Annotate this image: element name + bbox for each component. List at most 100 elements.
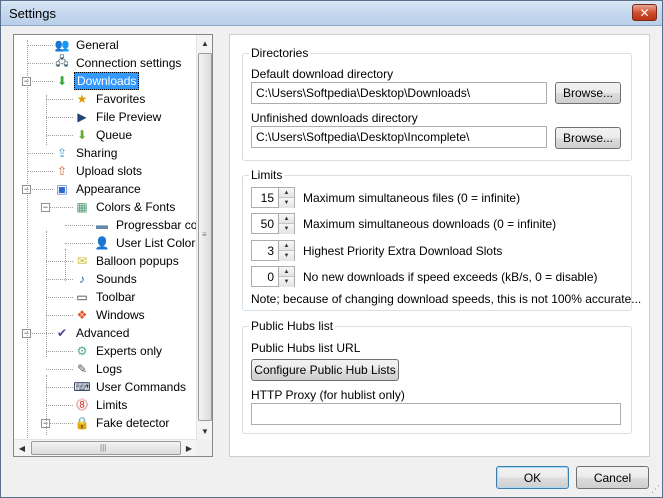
tree-vertical-scroll-thumb[interactable]: ≡ — [198, 53, 212, 421]
user-list-colors-icon: 👤 — [94, 235, 110, 250]
tree-item-label: Fake detector — [96, 415, 170, 430]
tree-item-fake-detector[interactable]: 🔒 Fake detector — [74, 414, 171, 431]
directories-group: Directories Default download directory C… — [242, 46, 632, 161]
cancel-button[interactable]: Cancel — [576, 466, 649, 489]
tree-connector — [46, 207, 73, 208]
http-proxy-field[interactable] — [251, 403, 621, 425]
logs-icon: ✎ — [76, 361, 88, 376]
spin-up-icon[interactable]: ▲ — [279, 214, 294, 224]
tree-item-label: Windows — [96, 307, 145, 322]
tree-connector — [27, 153, 53, 154]
tree-item-user-commands[interactable]: ⌨ User Commands — [73, 378, 188, 395]
collapse-icon[interactable]: − — [41, 203, 50, 212]
spin-down-icon[interactable]: ▼ — [279, 198, 294, 208]
extra-slots-value[interactable]: 3 — [251, 240, 279, 261]
tree-item-file-preview[interactable]: ▶ File Preview — [74, 108, 163, 125]
favorites-icon: ★ — [76, 91, 88, 106]
tree-item-logs[interactable]: ✎ Logs — [74, 360, 124, 377]
balloon-popups-icon: ✉ — [76, 253, 88, 268]
tree-item-advanced[interactable]: ✔ Advanced — [54, 324, 131, 341]
resize-grip-icon[interactable]: ⋰ — [651, 484, 660, 495]
colors-fonts-icon: ▦ — [76, 199, 88, 214]
public-hubs-group: Public Hubs list Public Hubs list URL Co… — [242, 319, 632, 434]
close-button[interactable]: ✕ — [632, 4, 657, 21]
tree-item-label: File Preview — [96, 109, 162, 124]
close-icon: ✕ — [639, 5, 650, 20]
speed-limit-value[interactable]: 0 — [251, 266, 279, 287]
tree-item-downloads[interactable]: ⬇ Downloads — [54, 71, 140, 90]
browse-unfinished-dir-button[interactable]: Browse... — [555, 127, 621, 149]
extra-slots-spinner[interactable]: 3 ▲ ▼ — [251, 240, 296, 261]
tree-item-experts-only[interactable]: ⚙ Experts only — [74, 342, 164, 359]
max-downloads-label: Maximum simultaneous downloads (0 = infi… — [303, 217, 557, 231]
tree-item-sharing[interactable]: ⇪ Sharing — [54, 144, 119, 161]
tree-item-queue[interactable]: ⬇ Queue — [74, 126, 134, 143]
spin-down-icon[interactable]: ▼ — [279, 224, 294, 234]
tree-item-label: Upload slots — [76, 163, 143, 178]
scroll-down-arrow-icon[interactable]: ▼ — [197, 423, 212, 439]
http-proxy-label: HTTP Proxy (for hublist only) — [251, 388, 405, 402]
spin-up-icon[interactable]: ▲ — [279, 267, 294, 277]
scroll-up-arrow-icon[interactable]: ▲ — [197, 35, 212, 51]
unfinished-downloads-dir-label: Unfinished downloads directory — [251, 111, 418, 125]
settings-tree[interactable]: 👥 General 🖧 Connection settings ⬇ Downloads − ★… — [13, 34, 213, 457]
tree-item-windows[interactable]: ❖ Windows — [74, 306, 147, 323]
scroll-left-arrow-icon[interactable]: ◀ — [14, 440, 30, 456]
tree-item-label: User List Colors — [116, 235, 197, 250]
max-downloads-spinner[interactable]: 50 ▲ ▼ — [251, 213, 296, 234]
progressbar-colors-icon: ▬ — [96, 217, 108, 232]
unfinished-downloads-dir-field[interactable]: C:\Users\Softpedia\Desktop\Incomplete\ — [251, 126, 547, 148]
speed-limit-label: No new downloads if speed exceeds (kB/s,… — [303, 270, 598, 284]
grip-icon: ≡ — [202, 230, 207, 239]
tree-connector — [27, 171, 53, 172]
public-hubs-url-label: Public Hubs list URL — [251, 341, 361, 355]
spin-up-icon[interactable]: ▲ — [279, 241, 294, 251]
spin-down-icon[interactable]: ▼ — [279, 251, 294, 261]
downloads-icon: ⬇ — [56, 73, 68, 88]
tree-item-label: Limits — [96, 397, 128, 412]
tree-item-label: Favorites — [96, 91, 146, 106]
tree-connector — [46, 423, 73, 424]
fake-detector-icon: 🔒 — [74, 415, 90, 430]
tree-item-appearance[interactable]: ▣ Appearance — [54, 180, 143, 197]
experts-only-icon: ⚙ — [76, 343, 88, 358]
speed-limit-spinner[interactable]: 0 ▲ ▼ — [251, 266, 296, 287]
sounds-icon: ♪ — [79, 271, 85, 286]
toolbar-icon: ▭ — [76, 289, 88, 304]
tree-item-sounds[interactable]: ♪ Sounds — [74, 270, 139, 287]
tree-item-label: Connection settings — [76, 55, 182, 70]
file-preview-icon: ▶ — [77, 109, 87, 124]
tree-item-toolbar[interactable]: ▭ Toolbar — [74, 288, 137, 305]
tree-connector — [46, 315, 73, 316]
spin-down-icon[interactable]: ▼ — [279, 277, 294, 287]
tree-item-user-list-colors[interactable]: 👤 User List Colors — [94, 234, 197, 251]
browse-default-dir-button[interactable]: Browse... — [555, 82, 621, 104]
tree-item-connection-settings[interactable]: 🖧 Connection settings — [54, 54, 183, 71]
tree-connector — [46, 279, 73, 280]
tree-item-favorites[interactable]: ★ Favorites — [74, 90, 147, 107]
max-downloads-value[interactable]: 50 — [251, 213, 279, 234]
default-download-dir-field[interactable]: C:\Users\Softpedia\Desktop\Downloads\ — [251, 82, 547, 104]
limits-group: Limits 15 ▲ ▼ Maximum simultaneous files … — [242, 168, 641, 311]
tree-item-label: Advanced — [76, 325, 130, 340]
tree-item-progressbar-colors[interactable]: ▬ Progressbar colors — [94, 216, 197, 233]
title-bar[interactable]: Settings ✕ — [1, 1, 662, 26]
tree-item-limits[interactable]: ⓼ Limits — [74, 396, 129, 413]
tree-item-label: Toolbar — [96, 289, 136, 304]
max-files-value[interactable]: 15 — [251, 187, 279, 208]
tree-horizontal-scroll-thumb[interactable]: ||| — [31, 441, 181, 455]
tree-item-upload-slots[interactable]: ⇧ Upload slots — [54, 162, 144, 179]
configure-public-hub-lists-button[interactable]: Configure Public Hub Lists — [251, 359, 399, 381]
scroll-right-arrow-icon[interactable]: ▶ — [181, 440, 197, 456]
tree-vertical-scrollbar[interactable]: ▲ ≡ ▼ — [196, 35, 212, 439]
max-files-spinner[interactable]: 15 ▲ ▼ — [251, 187, 296, 208]
tree-horizontal-scrollbar[interactable]: ◀ ||| ▶ — [14, 439, 197, 456]
spin-up-icon[interactable]: ▲ — [279, 188, 294, 198]
tree-item-general[interactable]: 👥 General — [54, 36, 121, 53]
tree-item-colors-fonts[interactable]: ▦ Colors & Fonts — [74, 198, 177, 215]
tree-item-label: General — [76, 37, 119, 52]
tree-connector — [46, 117, 73, 118]
ok-button[interactable]: OK — [496, 466, 569, 489]
tree-item-balloon-popups[interactable]: ✉ Balloon popups — [74, 252, 181, 269]
tree-connector — [46, 369, 73, 370]
